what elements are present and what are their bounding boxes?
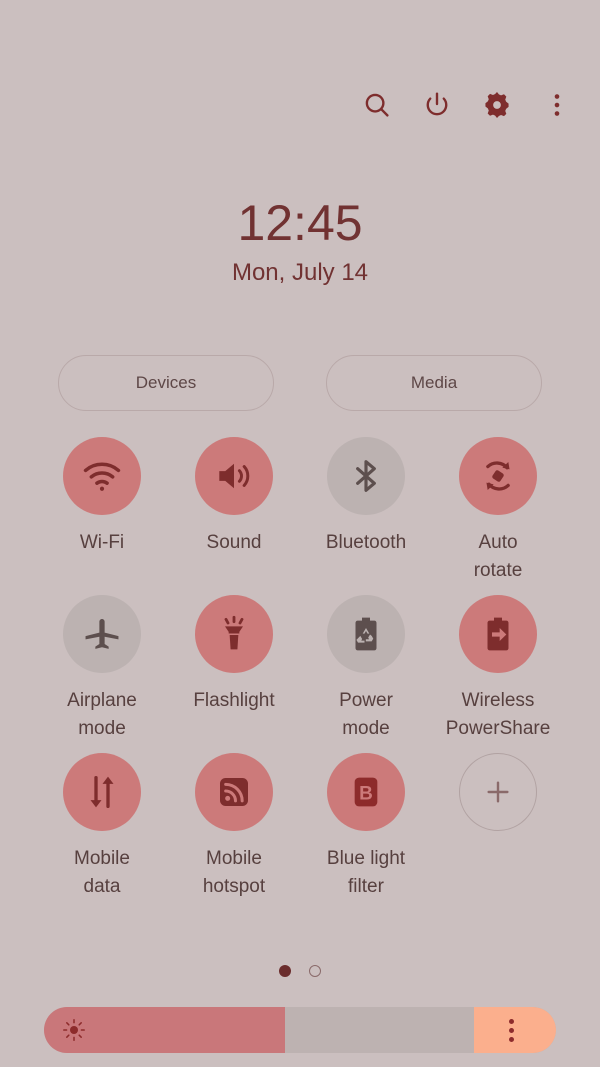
page-indicator [0,965,600,977]
tile-label: Sound [206,532,262,553]
add-icon[interactable] [459,753,537,831]
devices-label: Devices [135,373,197,392]
quick-settings-panel: 12:45 Mon, July 14 Devices Media Wi-Fi S… [0,0,600,1067]
tile-airplane-mode[interactable]: Airplane mode [36,595,168,753]
tile-blue-light-filter[interactable]: B Blue light filter [300,753,432,911]
mobile-hotspot-tile-circle[interactable] [195,753,273,831]
tile-mobile-data[interactable]: Mobile data [36,753,168,911]
power-mode-tile-circle[interactable] [327,595,405,673]
wifi-tile-circle[interactable] [63,437,141,515]
top-icon-bar [360,88,574,122]
flashlight-tile-circle[interactable] [195,595,273,673]
brightness-options-icon [508,1018,514,1042]
tile-label: Flashlight [193,690,275,711]
tile-label: Power mode [339,690,393,739]
page-dot-1[interactable] [279,965,291,977]
tile-bluetooth[interactable]: Bluetooth [300,437,432,595]
tile-flashlight[interactable]: Flashlight [168,595,300,753]
tile-label: Mobile data [74,848,130,897]
search-icon[interactable] [360,88,394,122]
media-button[interactable]: Media [326,355,542,411]
power-icon[interactable] [420,88,454,122]
blue-light-filter-tile-circle[interactable]: B [327,753,405,831]
tile-wireless-powershare[interactable]: Wireless PowerShare [432,595,564,753]
tile-label: Wireless PowerShare [445,690,551,739]
page-dot-2[interactable] [309,965,321,977]
tile-label: Wi-Fi [79,532,125,553]
shortcut-pill-row: Devices Media [58,355,542,411]
airplane-tile-circle[interactable] [63,595,141,673]
tile-power-mode[interactable]: Power mode [300,595,432,753]
quick-settings-grid: Wi-Fi Sound Bluetooth Auto rotate Airpla… [36,437,564,911]
tile-auto-rotate[interactable]: Auto rotate [432,437,564,595]
tile-label: Airplane mode [67,690,137,739]
clock-block[interactable]: 12:45 Mon, July 14 [0,193,600,287]
tile-mobile-hotspot[interactable]: Mobile hotspot [168,753,300,911]
clock-date: Mon, July 14 [231,259,369,286]
tile-label: Blue light filter [326,848,406,897]
devices-button[interactable]: Devices [58,355,274,411]
tile-add-button[interactable] [432,753,564,911]
clock-time: 12:45 [237,195,363,251]
brightness-options-button[interactable] [474,1007,556,1053]
wireless-powershare-tile-circle[interactable] [459,595,537,673]
brightness-sun-icon [62,1018,86,1042]
brightness-slider[interactable] [44,1007,556,1053]
tile-sound[interactable]: Sound [168,437,300,595]
gear-icon[interactable] [480,88,514,122]
tile-label: Mobile hotspot [202,848,266,897]
auto-rotate-tile-circle[interactable] [459,437,537,515]
mobile-data-tile-circle[interactable] [63,753,141,831]
sound-tile-circle[interactable] [195,437,273,515]
tile-wifi[interactable]: Wi-Fi [36,437,168,595]
media-label: Media [410,373,458,392]
tile-label: Auto rotate [473,532,523,581]
svg-text:B: B [359,783,373,804]
bluetooth-tile-circle[interactable] [327,437,405,515]
overflow-menu-icon[interactable] [540,88,574,122]
tile-label: Bluetooth [325,532,407,553]
